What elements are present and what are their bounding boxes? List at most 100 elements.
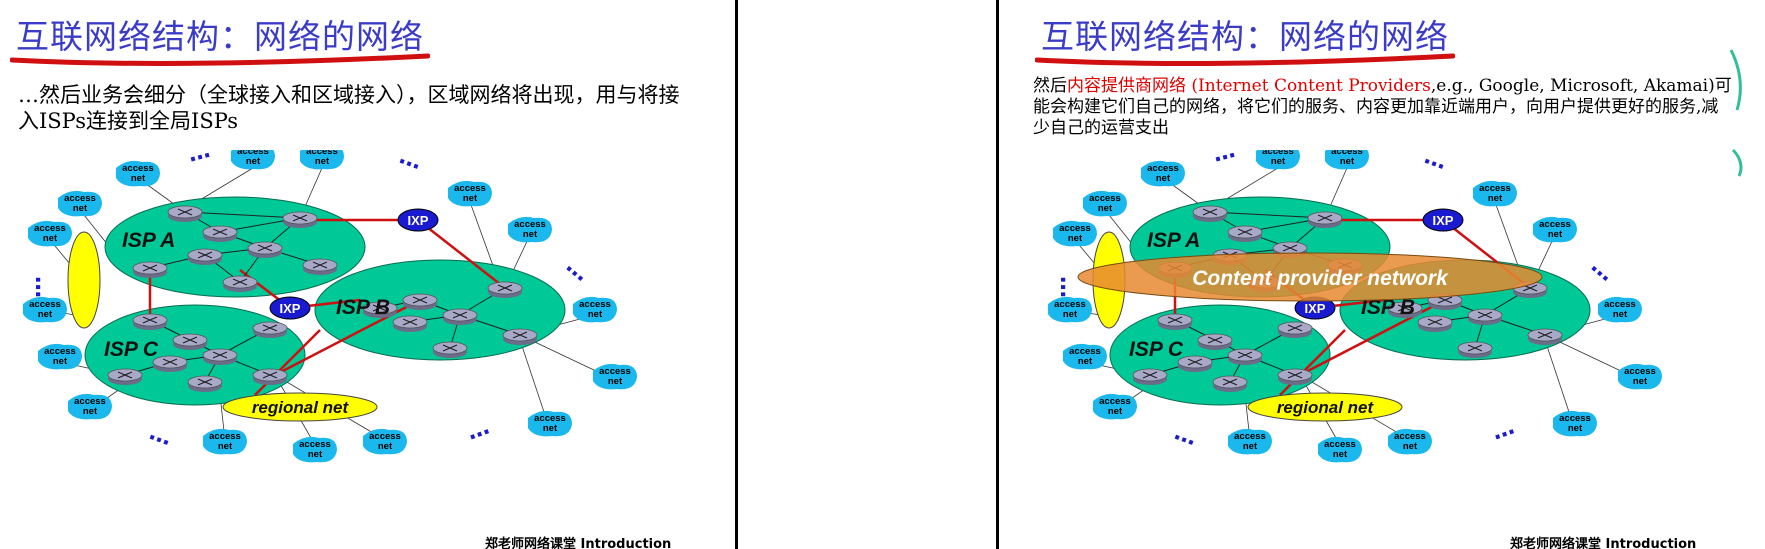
slide-body: 然后内容提供商网络 (Internet Content Providers,e.… (1033, 76, 1733, 139)
access-label: net (246, 156, 261, 167)
router-icon (252, 321, 288, 338)
router-icon (1177, 355, 1213, 372)
router-icon (107, 368, 143, 385)
slide-footer: 郑老师网络课堂 Introduction (485, 537, 672, 549)
router-icon (222, 275, 258, 292)
access-net: accessnet (1063, 343, 1107, 370)
access-label: net (608, 376, 623, 387)
access-net: accessnet (573, 296, 617, 323)
access-label: net (1098, 203, 1113, 214)
access-label: net (1108, 406, 1123, 417)
access-net: accessnet (1093, 393, 1137, 420)
router-icon (1132, 368, 1168, 385)
access-label: net (43, 233, 58, 244)
access-label: net (1078, 356, 1093, 367)
access-net: accessnet (1618, 363, 1662, 390)
router-icon (442, 308, 478, 325)
access-label: net (38, 309, 53, 320)
ellipsis-icon: … (1586, 253, 1619, 286)
access-net: accessnet (1325, 150, 1369, 170)
router-icon (132, 313, 168, 330)
access-label: net (131, 173, 146, 184)
router-icon (187, 248, 223, 265)
isp-c-label: ISP C (1129, 338, 1184, 361)
regional-net-label: regional net (1277, 398, 1375, 417)
ellipsis-icon: … (1055, 276, 1080, 298)
access-net: accessnet (68, 393, 112, 420)
access-net: accessnet (1256, 150, 1300, 170)
access-label: net (308, 449, 323, 460)
access-label: net (588, 309, 603, 320)
router-icon (252, 368, 288, 385)
decorative-mark (1729, 49, 1743, 177)
access-label: net (1156, 173, 1171, 184)
access-label: net (1063, 309, 1078, 320)
access-net: accessnet (1141, 160, 1185, 187)
router-icon (187, 375, 223, 392)
access-label: net (1271, 156, 1286, 167)
router-icon (432, 341, 468, 358)
router-icon (1277, 321, 1313, 338)
slide-title: 互联网络结构：网络的网络 (16, 17, 424, 56)
router-icon (202, 225, 238, 242)
slide-title: 互联网络结构：网络的网络 (1041, 17, 1449, 56)
router-icon (302, 258, 338, 275)
title-underline (1035, 53, 1455, 66)
router-icon (1527, 328, 1563, 345)
access-label: net (1340, 156, 1355, 167)
access-label: net (53, 356, 68, 367)
network-diagram: ISP AISP BISP CIXPIXPregional netaccessn… (23, 150, 637, 463)
access-label: net (523, 229, 538, 240)
access-net: accessnet (593, 363, 637, 390)
access-label: net (83, 406, 98, 417)
router-icon (1227, 225, 1263, 242)
ellipsis-icon: … (1421, 150, 1450, 175)
ellipsis-icon: … (1489, 415, 1518, 446)
slide-body: …然后业务会细分（全球接入和区域接入），区域网络将出现，用与将接入ISPs连接到… (18, 83, 680, 133)
content-provider-cn: 内容提供商网络 (1067, 76, 1186, 96)
router-icon (1227, 348, 1263, 365)
isp-c-label: ISP C (104, 338, 159, 361)
access-label: net (1548, 229, 1563, 240)
access-net: accessnet (1473, 180, 1517, 207)
access-label: net (1633, 376, 1648, 387)
access-net: accessnet (528, 410, 572, 437)
access-label: net (73, 203, 88, 214)
blank-area (738, 0, 999, 549)
ellipsis-icon: … (396, 150, 425, 175)
access-label: net (315, 156, 330, 167)
access-label: net (463, 193, 478, 204)
ellipsis-icon: … (30, 276, 55, 298)
access-label: net (1613, 309, 1628, 320)
router-icon (502, 328, 538, 345)
access-net: accessnet (23, 296, 67, 323)
router-icon (152, 355, 188, 372)
content-provider-label: Content provider network (1192, 267, 1449, 290)
access-label: net (1568, 423, 1583, 434)
access-label: net (378, 441, 393, 452)
router-icon (392, 315, 428, 332)
access-label: net (1243, 441, 1258, 452)
ellipsis-icon: … (1171, 420, 1200, 451)
router-icon (1157, 313, 1193, 330)
access-label: net (1333, 449, 1348, 460)
access-net: accessnet (1228, 428, 1272, 455)
access-net: accessnet (1598, 296, 1642, 323)
access-net: accessnet (28, 220, 72, 247)
access-net: accessnet (1318, 436, 1362, 463)
router-icon (202, 348, 238, 365)
router-icon (1307, 211, 1343, 228)
access-net: accessnet (293, 436, 337, 463)
access-label: net (1403, 441, 1418, 452)
network-diagram: ISP AISP BISP CIXPIXPregional netaccessn… (1048, 150, 1662, 463)
access-label: net (218, 441, 233, 452)
router-icon (402, 293, 438, 310)
isp-b-label: ISP B (336, 296, 390, 319)
router-icon (1467, 308, 1503, 325)
slide-right: 互联网络结构：网络的网络 然后内容提供商网络 (Internet Content… (1025, 0, 1745, 549)
router-icon (172, 333, 208, 350)
access-net: accessnet (508, 216, 552, 243)
router-icon (487, 281, 523, 298)
slide-border (996, 0, 999, 549)
access-net: accessnet (38, 343, 82, 370)
